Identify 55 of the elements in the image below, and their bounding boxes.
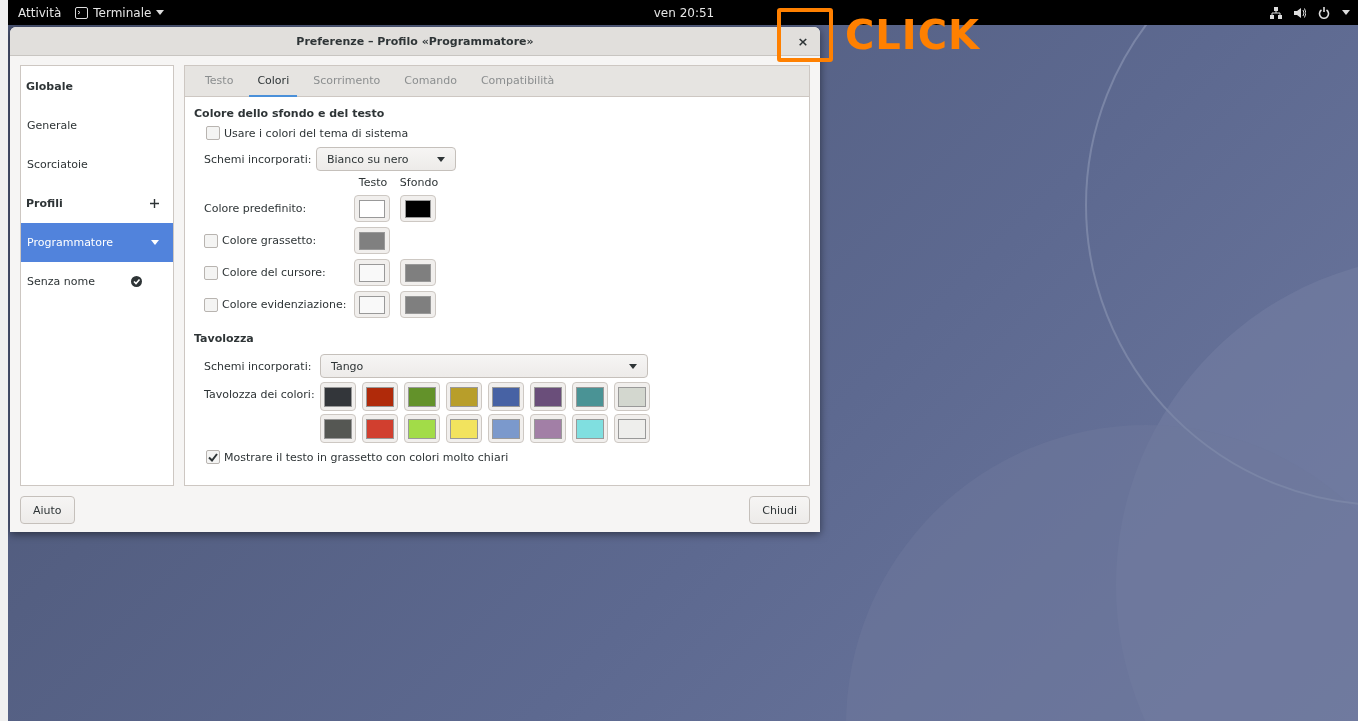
close-button[interactable]: Chiudi [749, 496, 810, 524]
checkbox-label: Mostrare il testo in grassetto con colori molto chiari [224, 450, 509, 464]
terminal-icon [75, 6, 89, 19]
caret-icon [629, 363, 637, 369]
checkbox[interactable] [206, 126, 220, 140]
dropdown[interactable]: Bianco su nero [316, 147, 456, 171]
checkbox[interactable] [206, 450, 220, 464]
dropdown[interactable]: Tango [320, 354, 648, 378]
caret-icon [1342, 10, 1350, 15]
checkbox-label: Colore grassetto: [222, 234, 317, 247]
color-button[interactable] [400, 195, 436, 222]
sidebar-item[interactable]: Generale [21, 106, 173, 145]
caret-icon [437, 156, 445, 162]
section-title: Tavolozza [194, 332, 255, 347]
check-icon [208, 452, 218, 462]
checkbox-label: Usare i colori del tema di sistema [224, 126, 409, 140]
sidebar-item[interactable]: Senza nome [21, 262, 173, 301]
power-icon [1318, 6, 1330, 19]
color-button[interactable] [354, 291, 390, 318]
column-header: Sfondo [399, 176, 439, 190]
checkbox-label: Colore del cursore: [222, 266, 326, 279]
color-button[interactable] [354, 259, 390, 286]
column-header: Testo [357, 176, 389, 190]
color-button[interactable] [400, 259, 436, 286]
field-label: Schemi incorporati: [204, 359, 313, 373]
plus-icon [150, 199, 159, 208]
tab[interactable]: Colori [249, 66, 298, 97]
field-label: Schemi incorporati: [204, 152, 312, 166]
clock[interactable]: ven 20:51 [653, 5, 715, 20]
color-button[interactable] [400, 291, 436, 318]
color-button[interactable] [354, 227, 390, 254]
checkbox[interactable] [204, 265, 218, 280]
sidebar-item[interactable]: Programmatore [21, 223, 173, 262]
activities-button[interactable]: Attività [18, 5, 62, 20]
field-label: Tavolozza dei colori: [204, 388, 316, 401]
section-title: Colore dello sfondo e del testo [194, 107, 386, 122]
highlight-frame [777, 8, 833, 62]
checkbox-label: Colore evidenziazione: [222, 298, 347, 311]
close-button[interactable]: × [792, 31, 814, 51]
sidebar-item[interactable]: Scorciatoie [21, 145, 173, 184]
color-button[interactable] [354, 195, 390, 222]
help-button[interactable]: Aiuto [20, 496, 75, 524]
window-title: Preferenze – Profilo «Programmatore» [296, 34, 534, 48]
sidebar-item[interactable]: Globale [21, 66, 173, 106]
caret-icon [156, 10, 165, 15]
network-icon [1270, 6, 1282, 19]
checkbox[interactable] [204, 297, 218, 312]
checkbox[interactable] [204, 233, 218, 248]
field-label: Colore predefinito: [204, 202, 307, 215]
sidebar-item[interactable]: Profili [21, 184, 173, 223]
caret-icon [151, 240, 159, 245]
volume-icon [1294, 6, 1306, 19]
check-circle-icon [130, 276, 142, 287]
app-menu[interactable]: Terminale [75, 5, 165, 20]
annotation-label: CLICK [845, 12, 981, 58]
